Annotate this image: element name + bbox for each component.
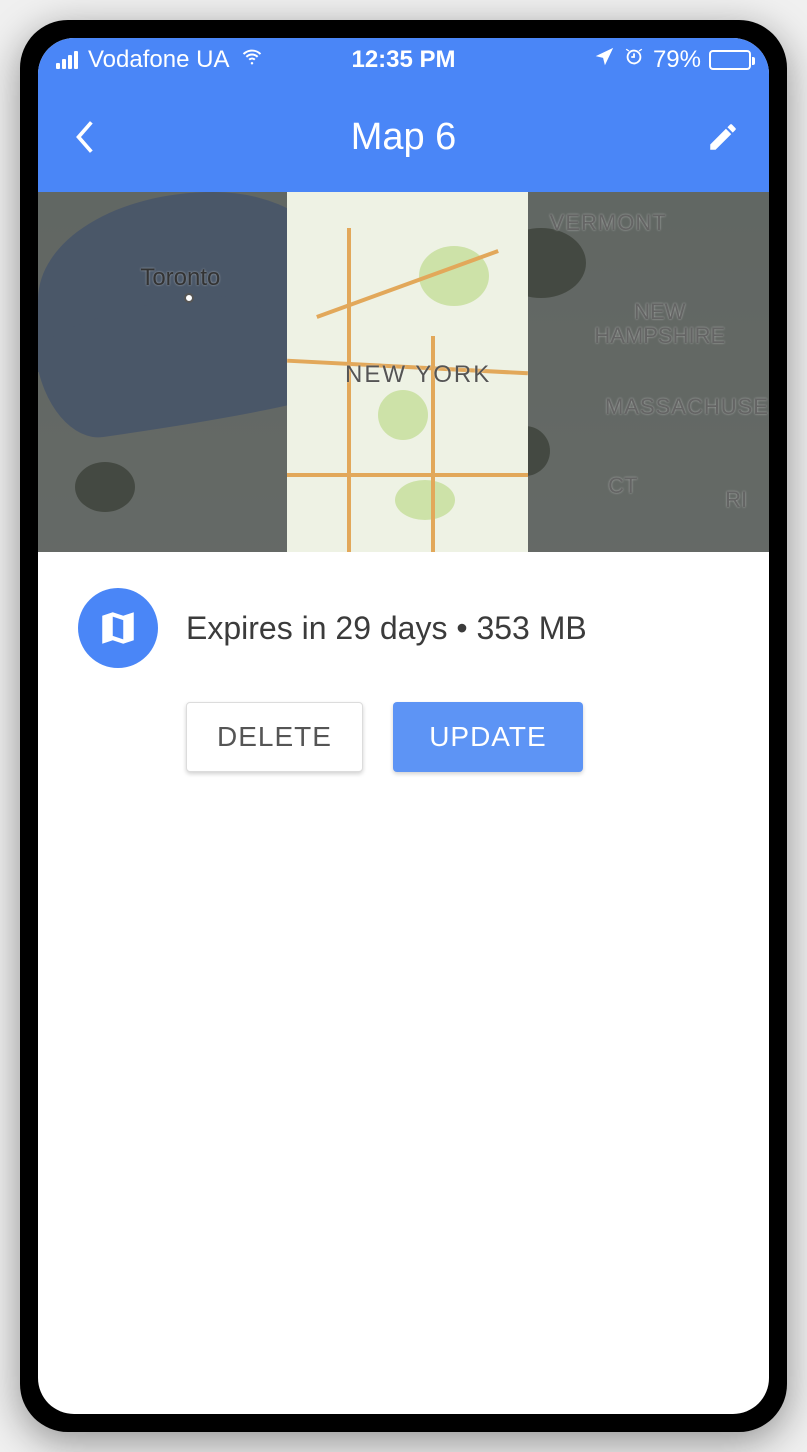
update-button[interactable]: UPDATE <box>393 702 583 772</box>
battery-percentage: 79% <box>653 46 701 74</box>
chevron-left-icon <box>73 118 95 156</box>
map-label-vermont: VERMONT <box>550 210 667 236</box>
screen: Vodafone UA 12:35 PM 79% <box>38 38 769 1414</box>
edit-button[interactable] <box>703 117 743 157</box>
wifi-icon <box>239 46 265 74</box>
map-label-ct: CT <box>608 473 637 499</box>
navigation-bar: Map 6 <box>38 82 769 192</box>
map-label-new-york: NEW YORK <box>345 361 491 389</box>
status-right: 79% <box>593 46 751 75</box>
location-icon <box>593 46 615 75</box>
device-frame: Vodafone UA 12:35 PM 79% <box>20 20 787 1432</box>
status-left: Vodafone UA <box>56 46 265 74</box>
page-title: Map 6 <box>351 116 457 159</box>
info-section: Expires in 29 days • 353 MB DELETE UPDAT… <box>38 552 769 812</box>
carrier-label: Vodafone UA <box>88 46 229 74</box>
status-bar: Vodafone UA 12:35 PM 79% <box>38 38 769 82</box>
clock: 12:35 PM <box>351 46 455 74</box>
map-label-ri: RI <box>725 487 747 513</box>
battery-icon <box>709 50 751 70</box>
button-row: DELETE UPDATE <box>78 702 729 772</box>
map-labels: Toronto NEW YORK VERMONT NEW HAMPSHIRE M… <box>38 192 769 552</box>
map-preview[interactable]: Toronto NEW YORK VERMONT NEW HAMPSHIRE M… <box>38 192 769 552</box>
map-badge <box>78 588 158 668</box>
back-button[interactable] <box>64 117 104 157</box>
map-label-new-hampshire: NEW HAMPSHIRE <box>594 300 725 348</box>
signal-icon <box>56 51 78 69</box>
map-icon <box>97 607 139 649</box>
pencil-icon <box>706 120 740 154</box>
delete-button[interactable]: DELETE <box>186 702 363 772</box>
city-marker-toronto <box>184 293 194 303</box>
alarm-icon <box>623 46 645 75</box>
map-label-massachusetts: MASSACHUSE <box>605 394 769 420</box>
map-label-toronto: Toronto <box>140 264 220 292</box>
expiry-info: Expires in 29 days • 353 MB <box>186 610 587 647</box>
info-row: Expires in 29 days • 353 MB <box>78 588 729 668</box>
